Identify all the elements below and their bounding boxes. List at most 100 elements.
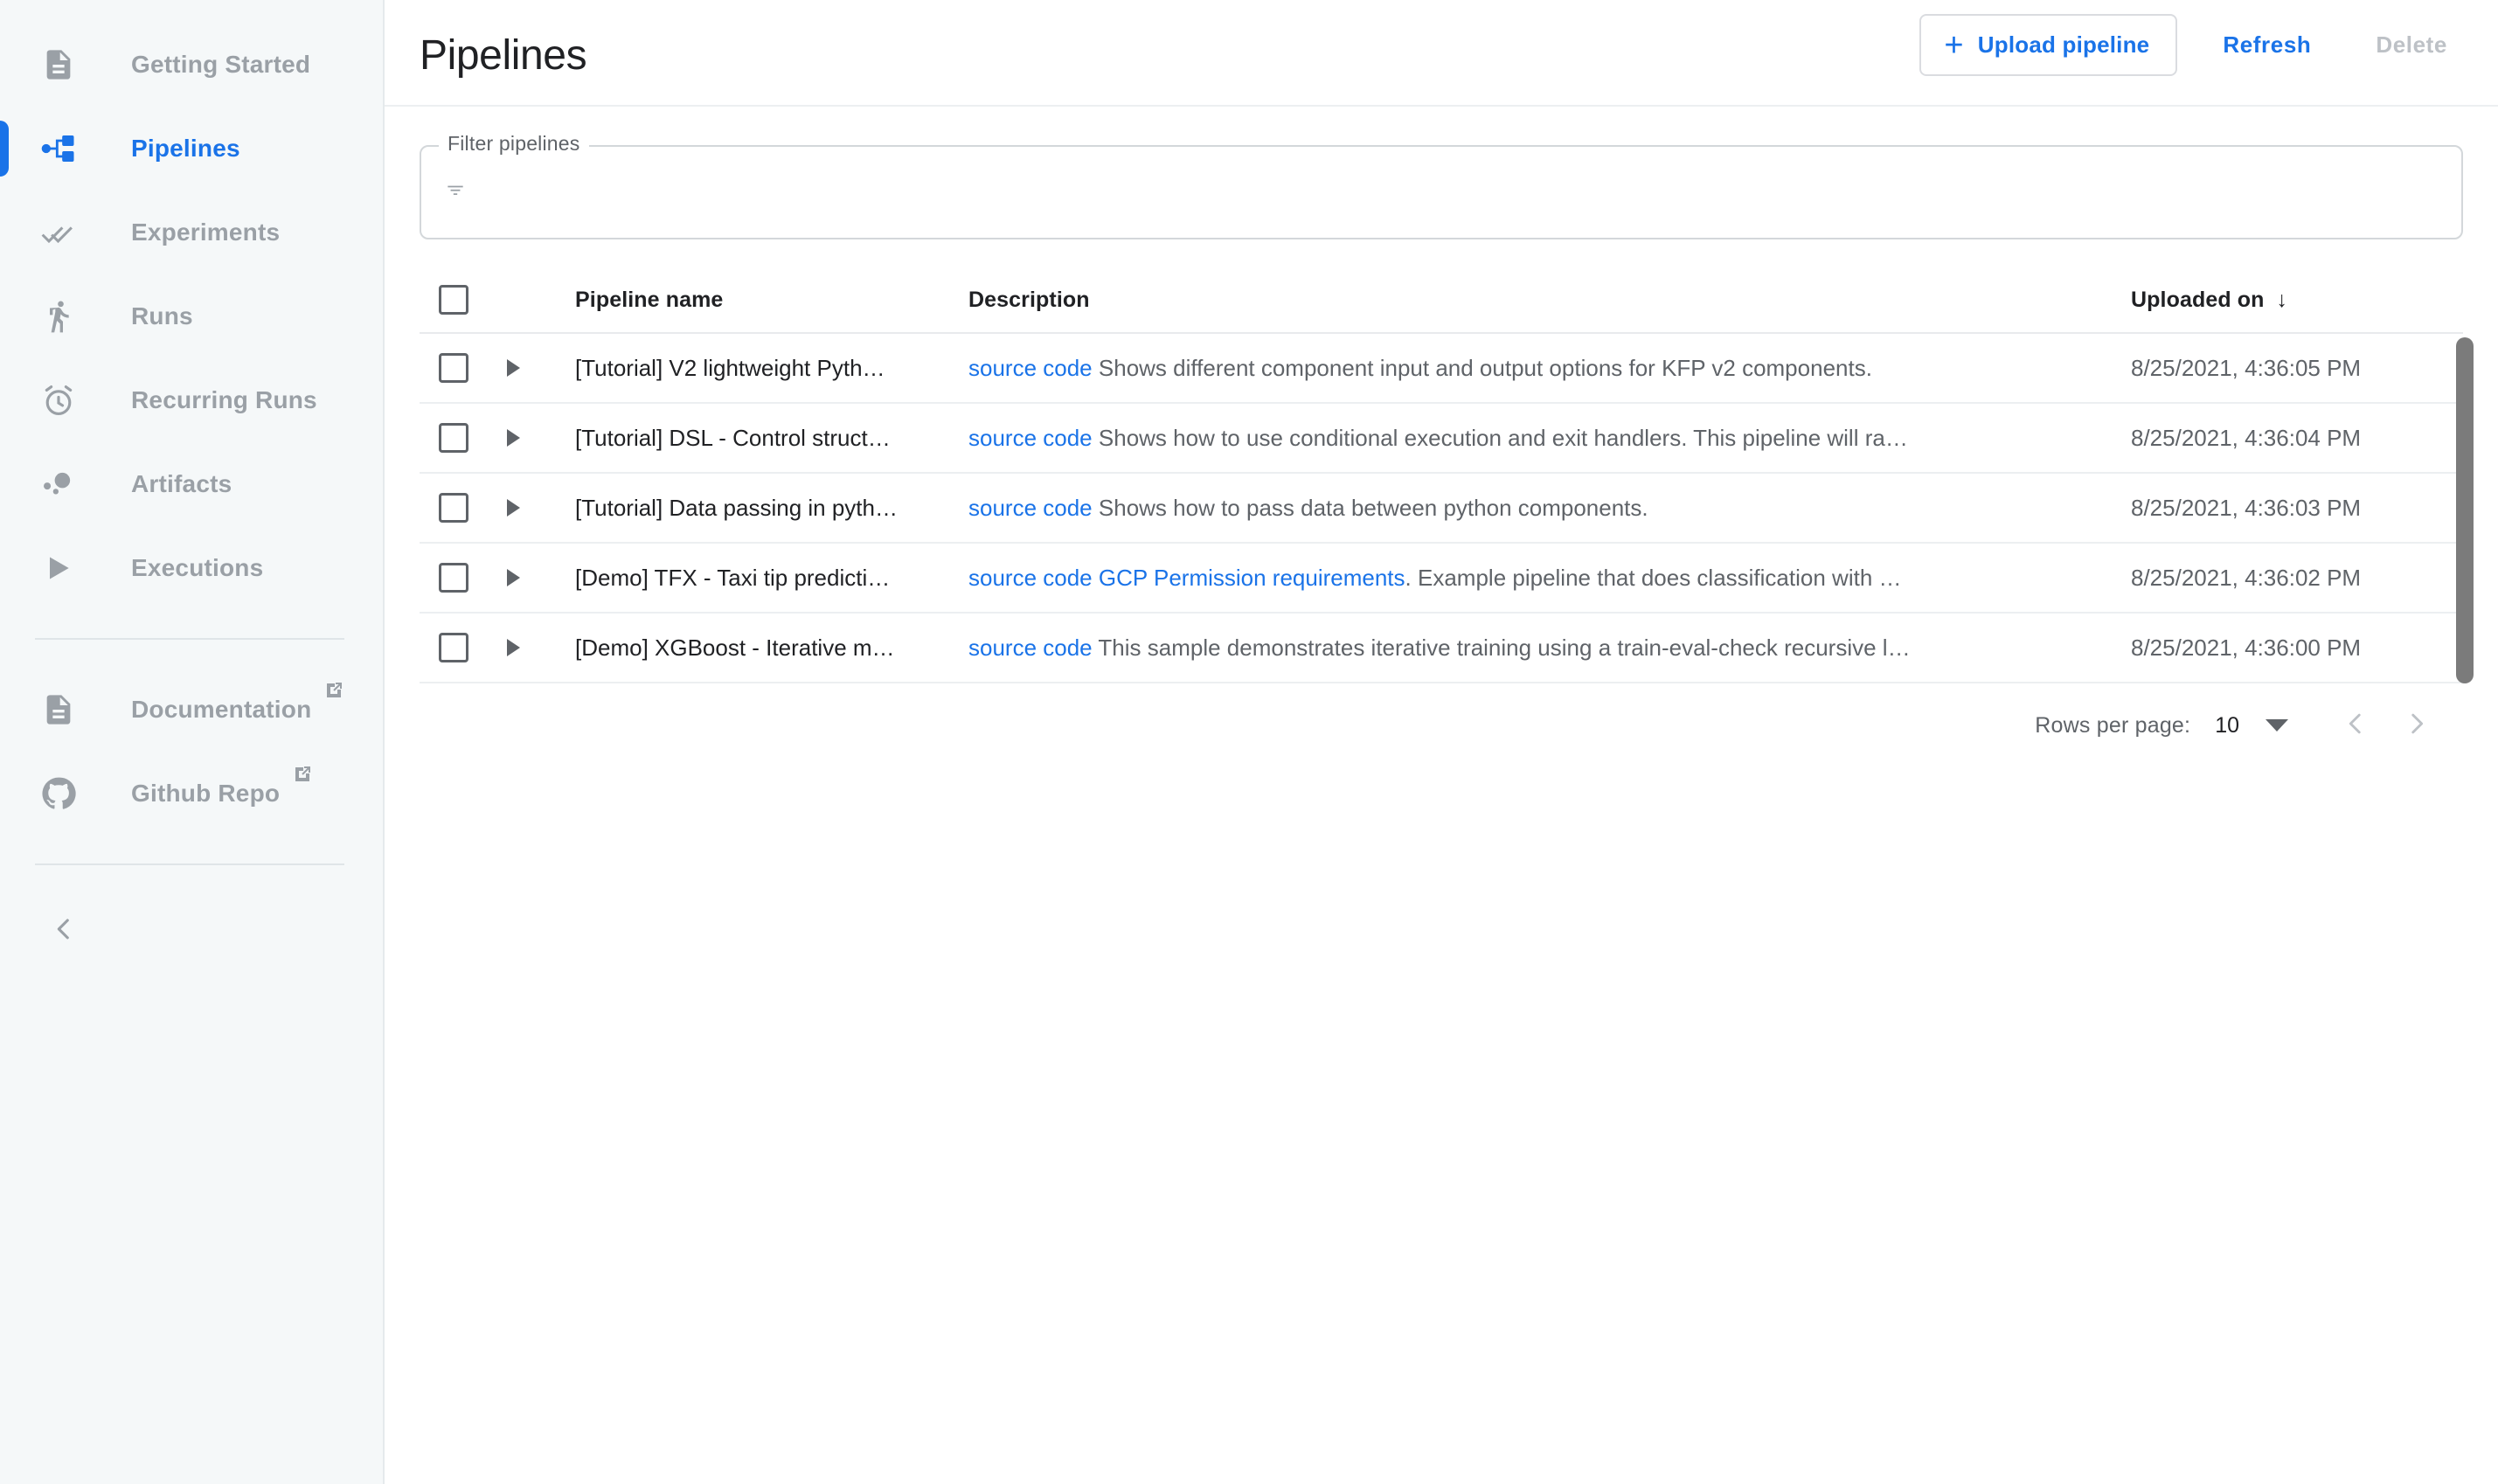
table-vertical-scrollbar[interactable] xyxy=(2456,337,2474,683)
row-select-cell xyxy=(420,423,507,453)
document-icon xyxy=(38,45,79,85)
runner-icon xyxy=(38,296,79,336)
table-row[interactable]: [Tutorial] V2 lightweight Pyth… source c… xyxy=(420,334,2463,404)
expand-arrow-icon[interactable] xyxy=(507,429,520,447)
filter-box[interactable] xyxy=(420,145,2463,239)
filter-pipelines-field[interactable]: Filter pipelines xyxy=(420,145,2463,239)
column-header-uploaded-on[interactable]: Uploaded on ↓ xyxy=(2131,288,2463,313)
cell-uploaded-on: 8/25/2021, 4:36:00 PM xyxy=(2131,635,2463,662)
cell-pipeline-name: [Demo] XGBoost - Iterative m… xyxy=(575,635,968,662)
row-checkbox[interactable] xyxy=(439,423,468,453)
chevron-left-icon xyxy=(49,914,79,948)
cell-pipeline-name: [Demo] TFX - Taxi tip predicti… xyxy=(575,565,968,592)
plus-icon: + xyxy=(1944,34,1963,57)
select-all-cell xyxy=(420,285,507,315)
row-checkbox[interactable] xyxy=(439,563,468,593)
description-text: . Example pipeline that does classificat… xyxy=(1405,565,1902,591)
expand-arrow-icon[interactable] xyxy=(507,499,520,517)
chevron-right-icon xyxy=(2402,709,2432,743)
row-select-cell xyxy=(420,563,507,593)
app-root: Getting Started Pipelines Experiment xyxy=(0,0,2498,1484)
sidebar-item-executions[interactable]: Executions xyxy=(0,526,383,610)
expand-arrow-icon[interactable] xyxy=(507,569,520,586)
cell-uploaded-on: 8/25/2021, 4:36:05 PM xyxy=(2131,355,2463,382)
filter-icon xyxy=(444,179,467,206)
cell-description: source code Shows different component in… xyxy=(968,355,2131,382)
cell-pipeline-name: [Tutorial] V2 lightweight Pyth… xyxy=(575,355,968,382)
alarm-clock-icon xyxy=(38,380,79,420)
sidebar-item-label: Artifacts xyxy=(131,470,232,498)
github-icon xyxy=(38,773,79,814)
cell-pipeline-name: [Tutorial] Data passing in pyth… xyxy=(575,495,968,522)
sidebar-item-github-repo[interactable]: Github Repo xyxy=(0,752,383,836)
row-expand-cell xyxy=(507,639,575,656)
description-text: This sample demonstrates iterative train… xyxy=(1098,635,1910,661)
upload-pipeline-label: Upload pipeline xyxy=(1978,31,2150,59)
row-select-cell xyxy=(420,493,507,523)
next-page-button[interactable] xyxy=(2386,695,2447,756)
pipeline-icon xyxy=(38,128,79,169)
rows-per-page-value[interactable]: 10 xyxy=(2215,713,2239,739)
row-expand-cell xyxy=(507,359,575,377)
source-code-link[interactable]: source code xyxy=(968,495,1093,521)
sidebar-item-label: Documentation xyxy=(131,696,311,724)
external-link-icon xyxy=(292,764,313,785)
artifacts-icon xyxy=(38,464,79,504)
column-header-description[interactable]: Description xyxy=(968,288,2131,313)
sidebar-item-label: Runs xyxy=(131,302,193,330)
sidebar-divider-bottom xyxy=(35,863,344,865)
delete-button: Delete xyxy=(2349,14,2474,76)
sidebar-item-label: Pipelines xyxy=(131,135,240,163)
source-code-link[interactable]: source code xyxy=(968,425,1093,451)
caret-down-icon[interactable] xyxy=(2266,719,2288,732)
sidebar: Getting Started Pipelines Experiment xyxy=(0,0,385,1484)
table-row[interactable]: [Tutorial] DSL - Control struct… source … xyxy=(420,404,2463,474)
cell-description: source code GCP Permission requirements.… xyxy=(968,565,2131,592)
sidebar-item-runs[interactable]: Runs xyxy=(0,274,383,358)
sidebar-divider-top xyxy=(35,638,344,640)
select-all-checkbox[interactable] xyxy=(439,285,468,315)
sidebar-item-getting-started[interactable]: Getting Started xyxy=(0,23,383,107)
row-checkbox[interactable] xyxy=(439,353,468,383)
row-checkbox[interactable] xyxy=(439,493,468,523)
sort-descending-arrow-icon: ↓ xyxy=(2276,288,2287,313)
gcp-permission-requirements-link[interactable]: GCP Permission requirements xyxy=(1099,565,1405,591)
uploaded-on-label: Uploaded on xyxy=(2131,288,2264,313)
sidebar-item-label: Getting Started xyxy=(131,51,310,79)
sidebar-item-experiments[interactable]: Experiments xyxy=(0,191,383,274)
source-code-link[interactable]: source code xyxy=(968,565,1093,591)
sidebar-item-documentation[interactable]: Documentation xyxy=(0,668,383,752)
rows-per-page-label: Rows per page: xyxy=(2035,713,2190,739)
sidebar-item-label: Recurring Runs xyxy=(131,386,317,414)
sidebar-item-pipelines[interactable]: Pipelines xyxy=(0,107,383,191)
cell-pipeline-name: [Tutorial] DSL - Control struct… xyxy=(575,425,968,452)
content-area: Filter pipelines Pipeline name Descripti… xyxy=(385,107,2498,767)
table-row[interactable]: [Demo] TFX - Taxi tip predicti… source c… xyxy=(420,544,2463,614)
previous-page-button[interactable] xyxy=(2325,695,2386,756)
expand-arrow-icon[interactable] xyxy=(507,359,520,377)
sidebar-collapse-button[interactable] xyxy=(0,900,383,961)
sidebar-item-recurring-runs[interactable]: Recurring Runs xyxy=(0,358,383,442)
source-code-link[interactable]: source code xyxy=(968,355,1093,381)
column-header-pipeline-name[interactable]: Pipeline name xyxy=(575,288,968,313)
filter-input[interactable] xyxy=(482,179,2298,206)
table-row[interactable]: [Demo] XGBoost - Iterative m… source cod… xyxy=(420,614,2463,683)
upload-pipeline-button[interactable]: + Upload pipeline xyxy=(1919,14,2177,76)
row-checkbox[interactable] xyxy=(439,633,468,662)
description-text: Shows different component input and outp… xyxy=(1099,355,1872,381)
sidebar-item-label: Experiments xyxy=(131,218,280,246)
sidebar-item-label: Github Repo xyxy=(131,780,280,808)
cell-uploaded-on: 8/25/2021, 4:36:02 PM xyxy=(2131,565,2463,592)
row-select-cell xyxy=(420,633,507,662)
refresh-button[interactable]: Refresh xyxy=(2196,14,2337,76)
sidebar-item-artifacts[interactable]: Artifacts xyxy=(0,442,383,526)
cell-description: source code Shows how to pass data betwe… xyxy=(968,495,2131,522)
table-body: [Tutorial] V2 lightweight Pyth… source c… xyxy=(420,334,2463,683)
cell-uploaded-on: 8/25/2021, 4:36:04 PM xyxy=(2131,425,2463,452)
sidebar-item-label: Executions xyxy=(131,554,263,582)
expand-arrow-icon[interactable] xyxy=(507,639,520,656)
table-row[interactable]: [Tutorial] Data passing in pyth… source … xyxy=(420,474,2463,544)
source-code-link[interactable]: source code xyxy=(968,635,1093,661)
main-content: Pipelines + Upload pipeline Refresh Dele… xyxy=(385,0,2498,1484)
page-title: Pipelines xyxy=(420,31,1919,80)
